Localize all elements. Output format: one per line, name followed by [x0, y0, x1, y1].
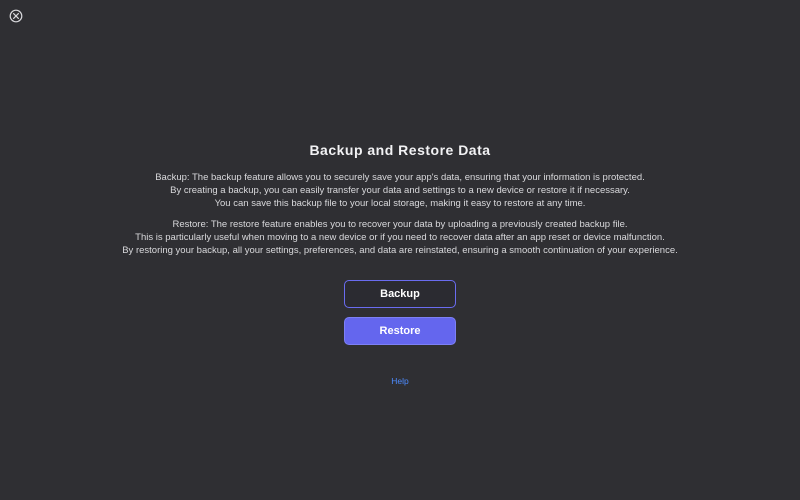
page-title: Backup and Restore Data: [309, 142, 491, 158]
restore-description-line: This is particularly useful when moving …: [135, 232, 665, 243]
action-buttons: Backup Restore: [344, 280, 456, 345]
backup-description-line: By creating a backup, you can easily tra…: [170, 185, 630, 196]
restore-description: Restore: The restore feature enables you…: [0, 218, 800, 257]
restore-description-line: By restoring your backup, all your setti…: [122, 245, 678, 256]
backup-button[interactable]: Backup: [344, 280, 456, 308]
help-link[interactable]: Help: [0, 376, 800, 386]
backup-description-line: Backup: The backup feature allows you to…: [155, 172, 645, 183]
backup-restore-window: Backup and Restore Data Backup: The back…: [0, 0, 800, 500]
restore-description-line: Restore: The restore feature enables you…: [172, 219, 628, 230]
close-icon: [9, 9, 23, 23]
backup-description-line: You can save this backup file to your lo…: [214, 198, 586, 209]
info-section: Backup and Restore Data Backup: The back…: [0, 141, 800, 257]
close-button[interactable]: [9, 9, 23, 23]
restore-button[interactable]: Restore: [344, 317, 456, 345]
backup-description: Backup: The backup feature allows you to…: [0, 171, 800, 210]
